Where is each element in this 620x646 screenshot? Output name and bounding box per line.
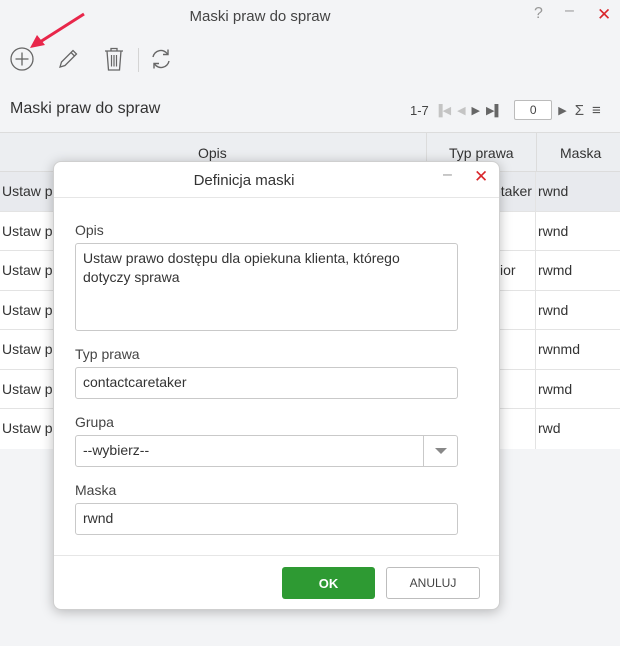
dialog-close-icon[interactable]: ✕ — [474, 167, 488, 187]
typ-prawa-input[interactable]: contactcaretaker — [75, 367, 458, 399]
column-divider — [535, 290, 536, 329]
dialog-minimize-icon[interactable]: – — [443, 166, 452, 184]
ok-button[interactable]: OK — [282, 567, 375, 599]
first-page-icon[interactable]: ▐◀ — [435, 104, 451, 117]
chevron-down-icon[interactable] — [423, 436, 457, 466]
column-divider — [535, 409, 536, 449]
column-header-opis[interactable]: Opis — [198, 145, 227, 161]
go-page-icon[interactable]: ▶ — [558, 104, 566, 117]
column-header-typ[interactable]: Typ prawa — [449, 145, 514, 161]
refresh-button[interactable] — [145, 42, 177, 76]
toolbar-separator — [138, 48, 139, 72]
dialog-header: Definicja maski – ✕ — [54, 162, 499, 198]
pager: 1-7 ▐◀ ◀ ▶ ▶▌ 0 ▶ Σ ≡ — [410, 100, 601, 120]
trash-icon — [105, 47, 123, 71]
column-divider — [535, 251, 536, 290]
section-header: Maski praw do spraw 1-7 ▐◀ ◀ ▶ ▶▌ 0 ▶ Σ … — [0, 94, 620, 130]
cell-opis: Ustaw p — [2, 380, 53, 397]
last-page-icon[interactable]: ▶▌ — [486, 104, 502, 117]
grupa-label: Grupa — [75, 414, 114, 430]
delete-button[interactable] — [98, 42, 130, 76]
red-arrow-annotation — [30, 12, 85, 48]
sum-icon[interactable]: Σ — [575, 102, 584, 119]
column-divider — [535, 172, 536, 211]
column-divider — [535, 330, 536, 369]
column-divider — [535, 369, 536, 408]
page-input[interactable]: 0 — [514, 100, 553, 120]
refresh-icon — [152, 49, 170, 69]
mask-definition-dialog: Definicja maski – ✕ Opis Ustaw prawo dos… — [53, 161, 500, 610]
maska-input[interactable]: rwnd — [75, 503, 458, 535]
opis-textarea[interactable]: Ustaw prawo dostępu dla opiekuna klienta… — [75, 243, 458, 331]
typ-prawa-label: Typ prawa — [75, 346, 140, 362]
cell-opis: Ustaw p — [2, 420, 53, 436]
dialog-footer: OK ANULUJ — [54, 555, 499, 609]
column-divider — [535, 211, 536, 250]
cell-maska: rwnd — [538, 222, 569, 239]
cell-opis: Ustaw p — [2, 341, 53, 357]
close-icon[interactable]: ✕ — [597, 5, 611, 25]
cell-opis: Ustaw p — [2, 222, 53, 239]
cell-maska: rwnd — [538, 183, 569, 199]
dialog-title: Definicja maski — [193, 172, 295, 189]
cell-maska: rwd — [538, 420, 561, 436]
maska-label: Maska — [75, 482, 117, 498]
grupa-selected-value: --wybierz-- — [83, 442, 150, 458]
column-divider — [536, 133, 537, 173]
cell-typ: ior — [500, 262, 516, 278]
cancel-button[interactable]: ANULUJ — [386, 567, 480, 599]
cell-maska: rwmd — [538, 380, 573, 397]
help-icon[interactable]: ? — [534, 5, 543, 23]
column-header-maska[interactable]: Maska — [560, 145, 601, 161]
next-page-icon[interactable]: ▶ — [472, 104, 480, 117]
minimize-icon[interactable]: – — [565, 2, 574, 20]
cell-maska: rwnmd — [538, 341, 581, 357]
prev-page-icon[interactable]: ◀ — [457, 104, 465, 117]
grupa-select[interactable]: --wybierz-- — [75, 435, 458, 467]
opis-label: Opis — [75, 222, 104, 238]
menu-icon[interactable]: ≡ — [592, 102, 601, 119]
cell-opis: Ustaw p — [2, 183, 53, 199]
cell-opis: Ustaw p — [2, 301, 53, 318]
cell-maska: rwmd — [538, 262, 573, 278]
cell-opis: Ustaw p — [2, 262, 53, 278]
pager-range: 1-7 — [410, 102, 429, 118]
cell-maska: rwnd — [538, 301, 569, 318]
section-title: Maski praw do spraw — [10, 100, 161, 117]
